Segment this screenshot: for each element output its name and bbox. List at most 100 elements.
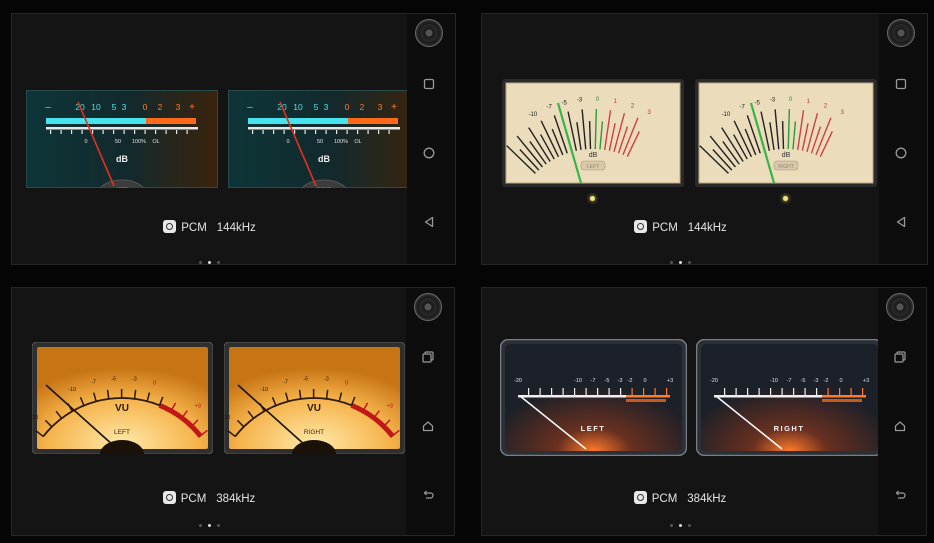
scale-label: -3 bbox=[814, 378, 819, 384]
page-dot-active[interactable] bbox=[678, 524, 682, 528]
nav-sidebar bbox=[407, 14, 455, 264]
disc-icon[interactable] bbox=[887, 19, 915, 47]
disc-icon[interactable] bbox=[414, 293, 442, 321]
scale-label: -7 bbox=[787, 378, 792, 384]
scale-label: 3 bbox=[176, 102, 181, 112]
audio-format: PCM bbox=[181, 222, 207, 234]
scale-label: +3 bbox=[195, 404, 201, 410]
scale-line-white bbox=[248, 127, 400, 130]
scale-label: -5 bbox=[801, 378, 806, 384]
back-arrow-icon[interactable] bbox=[892, 487, 908, 503]
scale-label: 5 bbox=[314, 102, 319, 112]
tick bbox=[588, 121, 592, 150]
home-icon[interactable] bbox=[892, 418, 908, 434]
scale-bar-orange bbox=[626, 399, 666, 402]
page-dot-active[interactable] bbox=[207, 524, 211, 528]
channel-label: LEFT bbox=[581, 424, 606, 433]
tick bbox=[562, 388, 564, 395]
page-dot[interactable] bbox=[198, 524, 202, 528]
page-dot[interactable] bbox=[217, 261, 220, 264]
subscale-label: 50 bbox=[115, 139, 121, 145]
vu-meter-right: -20 -10 -7 -5 -3 -2 0 +3 RIGHT bbox=[696, 339, 883, 456]
page-dot-active[interactable] bbox=[679, 261, 682, 264]
channel-label: RIGHT bbox=[774, 424, 805, 433]
channel-label: LEFT bbox=[114, 429, 130, 436]
subscale-label: 100% bbox=[132, 139, 146, 145]
scale-label: -7 bbox=[91, 380, 96, 386]
tick bbox=[50, 130, 52, 134]
scale-label: 0 bbox=[153, 381, 156, 387]
tick bbox=[262, 130, 264, 134]
recent-apps-icon[interactable] bbox=[892, 349, 908, 365]
page-dot[interactable] bbox=[687, 524, 691, 528]
back-triangle-icon[interactable] bbox=[421, 214, 437, 230]
scale-label: -7 bbox=[740, 105, 746, 111]
sample-rate: 384kHz bbox=[687, 493, 727, 505]
tick bbox=[388, 130, 390, 134]
panel-cream-meters: -20-10-7-5-30123dBLEFT -20-10-7-5-30123d… bbox=[481, 13, 928, 265]
scale-label: 2 bbox=[360, 102, 365, 112]
scale-bar-cyan bbox=[248, 118, 348, 124]
panel-body: -20-10-7-5-30123dBLEFT -20-10-7-5-30123d… bbox=[482, 14, 879, 264]
tick bbox=[666, 388, 668, 395]
subscale-label: 0 bbox=[286, 139, 289, 145]
scale-label: 0 bbox=[643, 378, 646, 384]
disc-icon[interactable] bbox=[415, 19, 443, 47]
scale-label: -5 bbox=[755, 100, 761, 106]
scale-label: -2 bbox=[824, 378, 829, 384]
tick bbox=[123, 130, 125, 134]
tick bbox=[539, 388, 541, 395]
subscale-label: 100% bbox=[334, 139, 348, 145]
scale-line-white bbox=[46, 127, 198, 130]
meter-face: -20-10-7-5-30123dBRIGHT bbox=[695, 79, 877, 187]
subscale-label: 0 bbox=[84, 139, 87, 145]
tick bbox=[758, 388, 760, 395]
page-dot[interactable] bbox=[199, 261, 202, 264]
scale-label: -10 bbox=[770, 378, 778, 384]
scale-label: +3 bbox=[667, 378, 673, 384]
tick bbox=[839, 388, 841, 395]
home-icon[interactable] bbox=[420, 418, 436, 434]
scale-label: -10 bbox=[68, 387, 76, 393]
page-indicator bbox=[482, 517, 878, 528]
circle-icon[interactable] bbox=[421, 145, 437, 161]
audio-format-status: PCM 144kHz bbox=[12, 220, 407, 236]
meter-face: -20-10-7-5-30123dBLEFT bbox=[502, 79, 684, 187]
scale-label: 0 bbox=[345, 102, 350, 112]
page-dot[interactable] bbox=[670, 261, 673, 264]
tick bbox=[724, 388, 726, 395]
back-arrow-icon[interactable] bbox=[420, 487, 436, 503]
page-dot[interactable] bbox=[688, 261, 691, 264]
meter-face: -20 -10 -7 -5 -3 -2 0 +3LEFT bbox=[500, 339, 687, 456]
square-icon[interactable] bbox=[421, 76, 437, 92]
recent-apps-icon[interactable] bbox=[420, 349, 436, 365]
tick bbox=[850, 388, 852, 395]
tick bbox=[781, 388, 783, 395]
disc-icon[interactable] bbox=[886, 293, 914, 321]
audio-format-status: PCM 384kHz bbox=[482, 491, 878, 507]
scale-label: -20 bbox=[32, 415, 38, 421]
audio-format: PCM bbox=[651, 493, 678, 505]
tick bbox=[81, 130, 83, 134]
tick bbox=[597, 388, 599, 395]
scale-label: + bbox=[391, 102, 397, 113]
back-triangle-icon[interactable] bbox=[893, 214, 909, 230]
scale-label: -5 bbox=[562, 100, 568, 106]
scale-label: 3 bbox=[378, 102, 383, 112]
panel-body: –201053023+050100%OLdBLEFT –201053023+05… bbox=[12, 14, 420, 264]
tick bbox=[186, 130, 188, 134]
page-indicator bbox=[12, 254, 407, 264]
page-dot[interactable] bbox=[216, 524, 220, 528]
circle-icon[interactable] bbox=[893, 145, 909, 161]
scale-label: – bbox=[247, 102, 253, 113]
square-icon[interactable] bbox=[893, 76, 909, 92]
scale-label: -7 bbox=[283, 380, 288, 386]
panel-amber-meters: -20 -10 -7 -5 -3 0 +3 VU LEFT -20 -10 -7 -5 -3 0 +3 VU R… bbox=[11, 287, 455, 536]
page-dot-active[interactable] bbox=[208, 261, 211, 264]
tick bbox=[273, 130, 275, 134]
vu-meter-right: -20 -10 -7 -5 -3 0 +3 VU RIGHT bbox=[224, 342, 405, 454]
page-dot[interactable] bbox=[669, 524, 673, 528]
tick bbox=[654, 388, 656, 395]
tick bbox=[176, 130, 178, 134]
unit-label: dB bbox=[318, 154, 330, 164]
